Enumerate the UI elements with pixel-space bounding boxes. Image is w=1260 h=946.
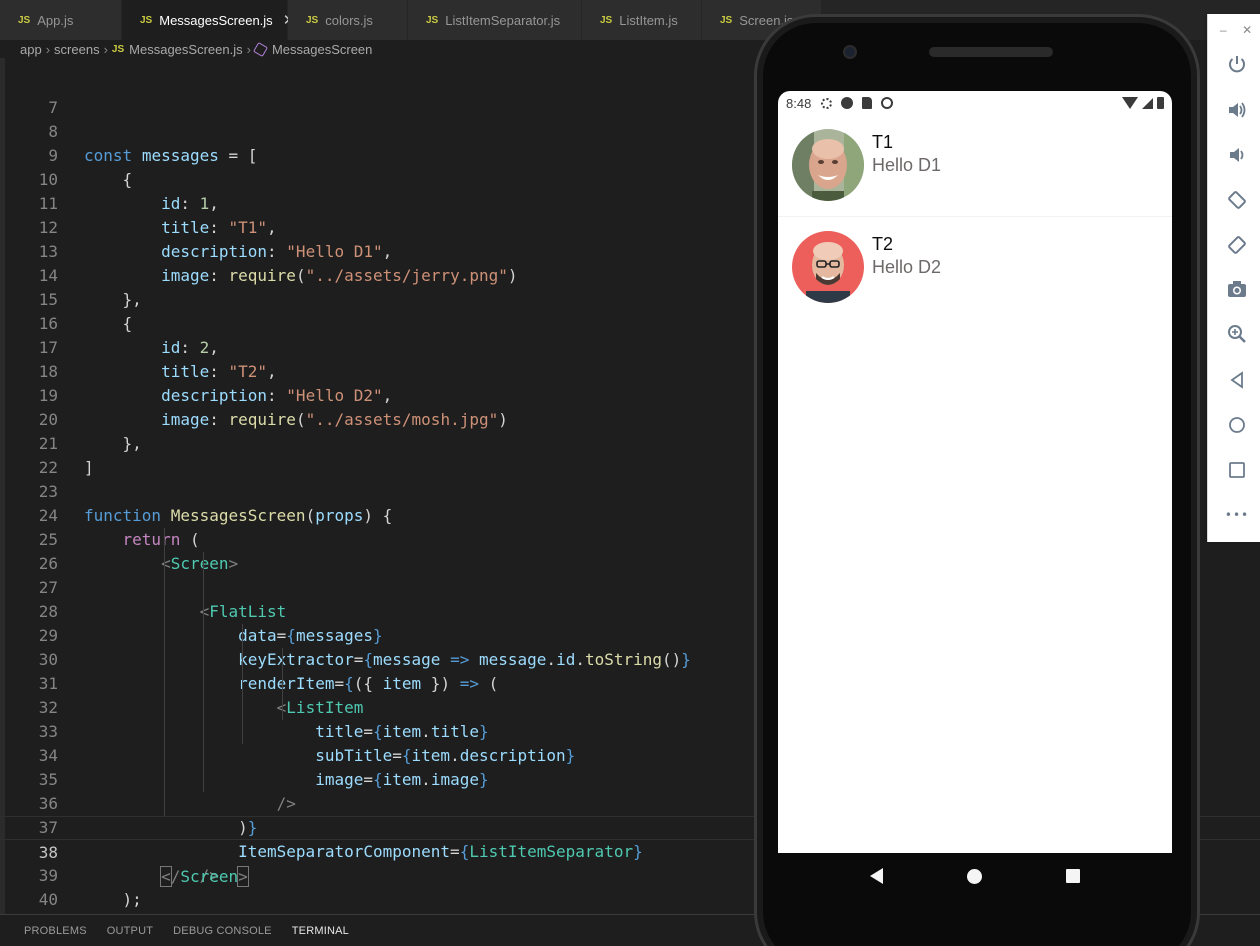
volume-down-icon[interactable] (1227, 145, 1247, 165)
rotate-left-icon[interactable] (1227, 190, 1247, 210)
overview-icon[interactable] (1227, 460, 1247, 480)
close-icon[interactable]: ✕ (1242, 23, 1252, 37)
tab-label: MessagesScreen.js (159, 12, 273, 28)
list-item[interactable]: T2 Hello D2 (778, 217, 1172, 317)
js-file-icon: JS (426, 14, 439, 26)
tab-label: App.js (37, 12, 74, 28)
tab-debug-console[interactable]: DEBUG CONSOLE (173, 925, 272, 937)
signal-icon (1142, 97, 1153, 109)
nav-back-icon[interactable] (870, 868, 883, 884)
tab-messages-screen-js[interactable]: JS MessagesScreen.js ✕ (122, 0, 295, 40)
list-item[interactable]: T1 Hello D1 (778, 115, 1172, 215)
earpiece-speaker (929, 47, 1053, 57)
tab-label: ListItem.js (619, 12, 678, 28)
message-description: Hello D1 (872, 155, 942, 175)
volume-up-icon[interactable] (1227, 100, 1247, 120)
avatar (792, 231, 864, 303)
js-file-icon: JS (18, 14, 31, 26)
wifi-icon (1122, 97, 1138, 109)
settings-icon (821, 97, 833, 109)
nav-recents-icon[interactable] (1066, 869, 1080, 883)
phone-screen: 8:48 T1 Hello D1 T2 Hello D2 (778, 91, 1172, 853)
message-title: T2 (872, 234, 894, 254)
power-icon[interactable] (1227, 54, 1247, 74)
message-title: T1 (872, 132, 894, 152)
tab-terminal[interactable]: TERMINAL (292, 925, 349, 937)
no-disturb-icon (881, 97, 894, 109)
emulator-toolbar: – ✕ ••• (1207, 14, 1260, 542)
emulator-window-controls: – ✕ (1208, 14, 1260, 46)
camera-icon[interactable] (1227, 279, 1247, 299)
tab-output[interactable]: OUTPUT (107, 925, 153, 937)
zoom-icon[interactable] (1227, 324, 1247, 344)
tab-label: colors.js (325, 12, 373, 28)
home-icon[interactable] (1227, 415, 1247, 435)
nav-home-icon[interactable] (967, 868, 982, 884)
tab-app-js[interactable]: JS App.js (0, 0, 122, 40)
message-description: Hello D2 (872, 257, 942, 277)
rotate-right-icon[interactable] (1227, 235, 1247, 255)
tab-problems[interactable]: PROBLEMS (24, 925, 87, 937)
battery-icon (1157, 97, 1164, 109)
front-camera (843, 45, 857, 59)
js-file-icon: JS (140, 14, 153, 26)
tab-colors-js[interactable]: JS colors.js (288, 0, 408, 40)
more-icon[interactable]: ••• (1225, 505, 1248, 525)
back-icon[interactable] (1227, 370, 1247, 390)
status-bar: 8:48 (778, 91, 1172, 115)
android-nav-bar (778, 853, 1172, 899)
tab-list-item-separator-js[interactable]: JS ListItemSeparator.js (408, 0, 582, 40)
minimize-icon[interactable]: – (1220, 23, 1227, 37)
sd-card-icon (862, 97, 873, 109)
avatar (792, 129, 864, 201)
js-file-icon: JS (600, 14, 613, 26)
android-notification-icon (841, 97, 854, 109)
js-file-icon: JS (306, 14, 319, 26)
status-time: 8:48 (786, 95, 812, 111)
tab-list-item-js[interactable]: JS ListItem.js (582, 0, 702, 40)
js-file-icon: JS (720, 14, 733, 26)
tab-label: ListItemSeparator.js (445, 12, 561, 28)
